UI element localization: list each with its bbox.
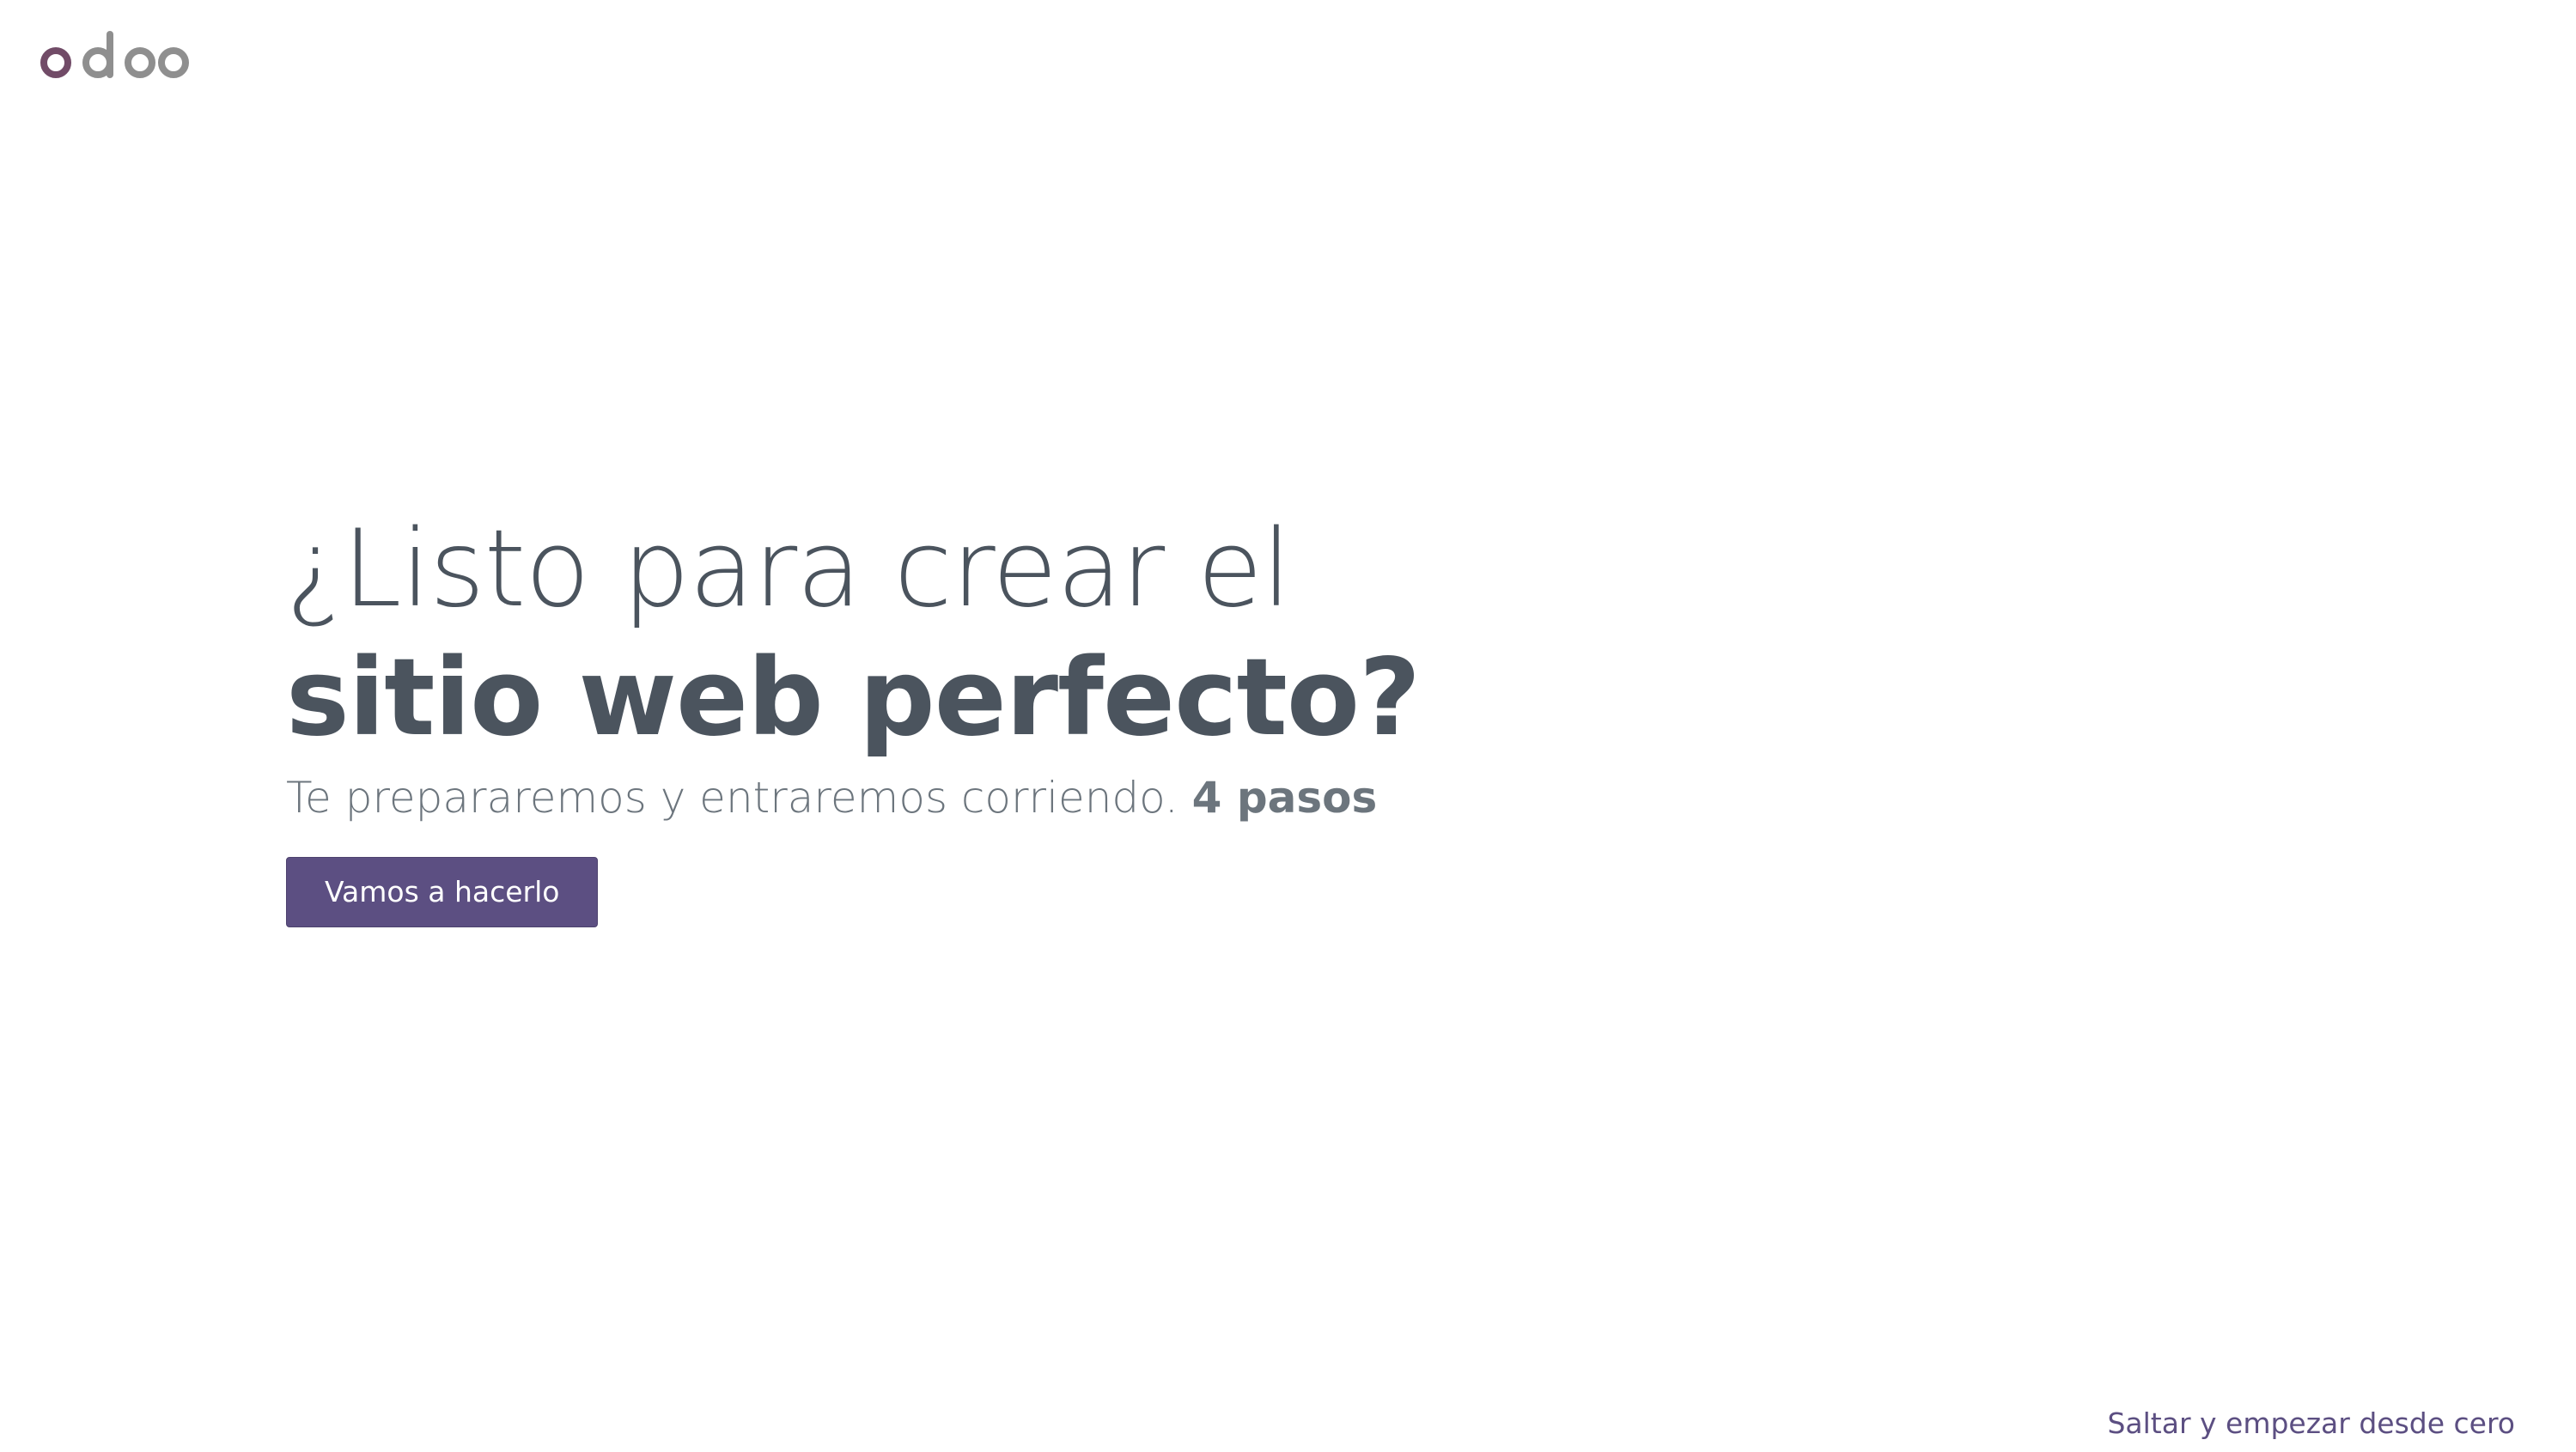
hero-title-line-2: sitio web perfecto? [286, 636, 1421, 760]
steps-count: 4 pasos [1191, 773, 1378, 823]
odoo-logo [40, 31, 189, 78]
hero-title-line-1: ¿Listo para crear el [286, 507, 1291, 631]
skip-link[interactable]: Saltar y empezar desde cero [2107, 1406, 2515, 1440]
hero-subtitle-text: Te prepararemos y entraremos corriendo. [286, 773, 1192, 823]
hero-section: ¿Listo para crear el sitio web perfecto?… [286, 505, 1421, 927]
start-button[interactable]: Vamos a hacerlo [286, 857, 599, 927]
configurator-page: ¿Listo para crear el sitio web perfecto?… [0, 0, 2576, 1452]
hero-subtitle: Te prepararemos y entraremos corriendo. … [286, 768, 1420, 828]
